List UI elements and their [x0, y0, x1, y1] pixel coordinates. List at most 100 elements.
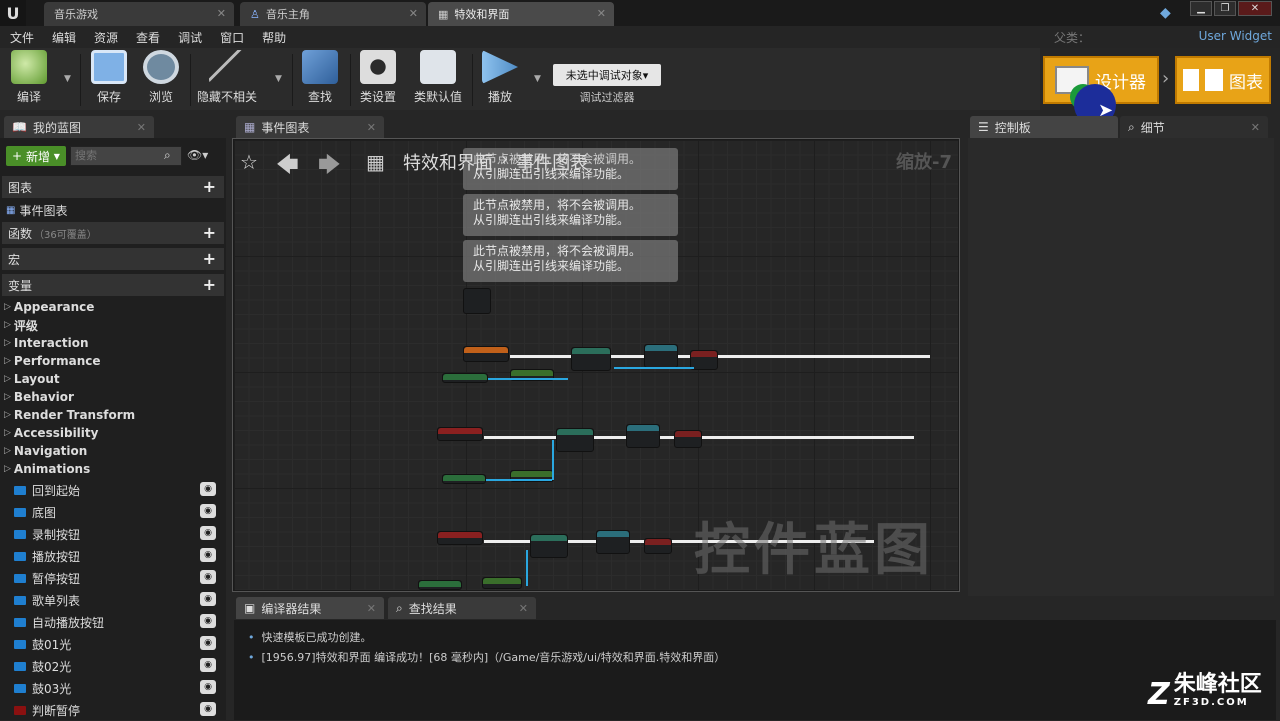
section-macros[interactable]: 宏 + [2, 248, 224, 270]
marketplace-icon[interactable]: ◆ [1160, 5, 1171, 21]
play-button[interactable]: 播放 [478, 50, 522, 108]
expand-arrow-icon[interactable]: ▷ [4, 356, 11, 366]
eye-icon[interactable]: ◉ [200, 614, 216, 628]
play-dropdown-arrow[interactable]: ▼ [534, 74, 541, 84]
eye-icon[interactable]: ◉ [200, 526, 216, 540]
variable-category[interactable]: ▷ Animations [4, 460, 90, 478]
function-node[interactable] [626, 424, 660, 448]
disabled-node[interactable] [463, 288, 491, 314]
browse-button[interactable]: 浏览 [138, 50, 184, 108]
eye-icon[interactable]: ◉ [200, 702, 216, 716]
expand-arrow-icon[interactable]: ▷ [4, 428, 11, 438]
back-arrow-icon[interactable]: 🡄 [276, 148, 299, 186]
blueprint-graph-canvas[interactable]: 此节点被禁用，将不会被调用。 从引脚连出引线来编译功能。 此节点被禁用，将不会被调… [234, 140, 958, 590]
favorite-star-icon[interactable]: ☆ [240, 150, 258, 174]
eye-icon[interactable]: ◉ [200, 482, 216, 496]
eye-icon[interactable]: ◉ [200, 680, 216, 694]
graph-mode-button[interactable]: 图表 [1175, 56, 1271, 104]
return-node[interactable] [644, 538, 672, 554]
function-node[interactable] [644, 344, 678, 368]
variable-item[interactable]: 回到起始 ◉ [14, 479, 222, 501]
variable-node[interactable] [442, 474, 486, 484]
tab-find-results[interactable]: ⌕ 查找结果 ✕ [388, 597, 536, 619]
variable-category[interactable]: ▷ Accessibility [4, 424, 98, 442]
variable-category[interactable]: ▷ Navigation [4, 442, 87, 460]
variable-item[interactable]: 鼓01光 ◉ [14, 633, 222, 655]
debug-object-select[interactable]: 未选中调试对象▾ [553, 64, 661, 86]
menu-debug[interactable]: 调试 [178, 29, 202, 46]
variable-node[interactable] [418, 580, 462, 590]
menu-view[interactable]: 查看 [136, 29, 160, 46]
section-functions[interactable]: 函数 （36可覆盖） + [2, 222, 224, 244]
variable-category[interactable]: ▷ Render Transform [4, 406, 135, 424]
compile-dropdown-arrow[interactable]: ▼ [64, 74, 71, 84]
menu-help[interactable]: 帮助 [262, 29, 286, 46]
close-icon[interactable]: ✕ [409, 7, 418, 20]
variable-item[interactable]: 底图 ◉ [14, 501, 222, 523]
variable-item[interactable]: 播放按钮 ◉ [14, 545, 222, 567]
close-icon[interactable]: ✕ [137, 121, 146, 134]
hide-dropdown-arrow[interactable]: ▼ [275, 74, 282, 84]
eye-icon[interactable]: ◉ [200, 658, 216, 672]
eye-icon[interactable]: ◉ [200, 636, 216, 650]
eye-icon[interactable]: ◉ [200, 592, 216, 606]
tab-compiler-results[interactable]: ▣ 编译器结果 ✕ [236, 597, 384, 619]
menu-assets[interactable]: 资源 [94, 29, 118, 46]
event-node[interactable] [437, 531, 483, 545]
close-icon[interactable]: ✕ [367, 602, 376, 615]
variable-category[interactable]: ▷ Performance [4, 352, 101, 370]
variable-node[interactable] [482, 577, 522, 589]
close-icon[interactable]: ✕ [367, 121, 376, 134]
expand-arrow-icon[interactable]: ▷ [4, 392, 11, 402]
variable-node[interactable] [442, 373, 488, 383]
close-icon[interactable]: ✕ [1251, 121, 1260, 134]
eye-icon[interactable]: ◉ [200, 548, 216, 562]
section-variables[interactable]: 变量 + [2, 274, 224, 296]
menu-window[interactable]: 窗口 [220, 29, 244, 46]
menu-edit[interactable]: 编辑 [52, 29, 76, 46]
close-icon[interactable]: ✕ [217, 7, 226, 20]
hide-unrelated-button[interactable]: 隐藏不相关 [196, 50, 258, 108]
expand-arrow-icon[interactable]: ▷ [4, 446, 11, 456]
tab-event-graph[interactable]: ▦ 事件图表 ✕ [236, 116, 384, 138]
breadcrumb-root[interactable]: 特效和界面 [403, 149, 493, 175]
save-button[interactable]: 保存 [88, 50, 130, 108]
event-node[interactable] [437, 427, 483, 441]
function-node[interactable] [571, 347, 611, 371]
minimize-button[interactable]: ▁ [1190, 1, 1212, 16]
tab-effects-ui[interactable]: ▦ 特效和界面 ✕ [428, 2, 614, 26]
expand-arrow-icon[interactable]: ▷ [4, 464, 11, 474]
eye-icon[interactable]: ◉ [200, 504, 216, 518]
compile-button[interactable]: 编译 [6, 50, 52, 108]
variable-item[interactable]: 录制按钮 ◉ [14, 523, 222, 545]
tab-palette[interactable]: ☰ 控制板 [970, 116, 1118, 138]
forward-arrow-icon[interactable]: 🡆 [318, 148, 341, 186]
variable-category[interactable]: ▷ Interaction [4, 334, 89, 352]
function-node[interactable] [596, 530, 630, 554]
visibility-eye-icon[interactable]: 👁▾ [187, 148, 208, 162]
tab-my-blueprint[interactable]: 📖 我的蓝图 ✕ [4, 116, 154, 138]
tab-music-hero[interactable]: ♙ 音乐主角 ✕ [240, 2, 426, 26]
close-icon[interactable]: ✕ [519, 602, 528, 615]
parent-class-link[interactable]: User Widget [1199, 29, 1272, 43]
variable-item[interactable]: 鼓02光 ◉ [14, 655, 222, 677]
close-window-button[interactable]: ✕ [1238, 1, 1272, 16]
return-node[interactable] [690, 350, 718, 370]
tab-music-game[interactable]: 音乐游戏 ✕ [44, 2, 234, 26]
add-function-icon[interactable]: + [203, 223, 216, 242]
maximize-button[interactable]: ❐ [1214, 1, 1236, 16]
return-node[interactable] [674, 430, 702, 448]
add-graph-icon[interactable]: + [203, 177, 216, 196]
variable-item[interactable]: 鼓03光 ◉ [14, 677, 222, 699]
function-node[interactable] [530, 534, 568, 558]
variable-category[interactable]: ▷ Appearance [4, 298, 94, 316]
variable-item[interactable]: 判断暂停 ◉ [14, 699, 222, 721]
variable-item[interactable]: 歌单列表 ◉ [14, 589, 222, 611]
variable-category[interactable]: ▷ 评级 [4, 316, 38, 334]
close-icon[interactable]: ✕ [597, 7, 606, 20]
expand-arrow-icon[interactable]: ▷ [4, 338, 11, 348]
expand-arrow-icon[interactable]: ▷ [4, 374, 11, 384]
function-node[interactable] [556, 428, 594, 452]
expand-arrow-icon[interactable]: ▷ [4, 302, 11, 312]
event-graph-item[interactable]: ▦ 事件图表 [6, 201, 67, 219]
